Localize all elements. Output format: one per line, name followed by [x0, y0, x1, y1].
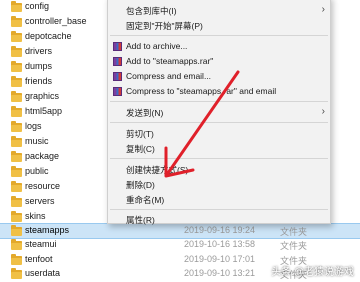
folder-icon — [11, 91, 22, 102]
context-menu: 包含到库中(I) › 固定到"开始"屏幕(P) Add to archive..… — [107, 0, 331, 227]
folder-name: servers — [25, 196, 55, 206]
folder-name: tenfoot — [25, 254, 53, 264]
menu-separator — [110, 122, 328, 123]
menu-item-label: Compress to "steamapps.rar" and email — [126, 86, 277, 96]
modified-date: 2019-10-16 13:58 — [184, 239, 256, 249]
folder-icon — [11, 239, 22, 250]
folder-name: package — [25, 151, 60, 161]
folder-name: public — [25, 166, 49, 176]
menu-item-send-to[interactable]: 发送到(N) › — [108, 105, 330, 120]
folder-name: music — [25, 136, 49, 146]
menu-item-label: 剪切(T) — [126, 129, 154, 139]
winrar-icon — [113, 42, 122, 51]
menu-item-compress-to-rar-and-email[interactable]: Compress to "steamapps.rar" and email — [108, 84, 330, 99]
winrar-icon — [113, 87, 122, 96]
menu-item-cut[interactable]: 剪切(T) — [108, 126, 330, 141]
menu-separator — [110, 35, 328, 36]
folder-icon — [11, 151, 22, 162]
menu-item-copy[interactable]: 复制(C) — [108, 141, 330, 156]
folder-icon — [11, 254, 22, 265]
winrar-icon — [113, 72, 122, 81]
folder-icon — [11, 31, 22, 42]
modified-date: 2019-09-10 13:21 — [184, 268, 256, 278]
folder-name: graphics — [25, 91, 60, 101]
folder-name: depotcache — [25, 31, 72, 41]
watermark: 头条 @老猿说游戏 — [271, 263, 354, 278]
folder-icon — [11, 61, 22, 72]
menu-item-pin-to-start[interactable]: 固定到"开始"屏幕(P) — [108, 18, 330, 33]
folder-icon — [11, 211, 22, 222]
folder-icon — [11, 16, 22, 27]
folder-icon — [11, 121, 22, 132]
folder-icon — [11, 46, 22, 57]
folder-icon — [11, 136, 22, 147]
menu-item-label: Add to "steamapps.rar" — [126, 56, 214, 66]
folder-name: skins — [25, 211, 46, 221]
menu-item-delete[interactable]: 删除(D) — [108, 177, 330, 192]
menu-item-label: 创建快捷方式(S) — [126, 165, 189, 175]
folder-icon — [11, 166, 22, 177]
folder-name: steamui — [25, 239, 57, 249]
menu-item-compress-and-email[interactable]: Compress and email... — [108, 69, 330, 84]
menu-separator — [110, 101, 328, 102]
file-type: 文件夹 — [280, 241, 308, 251]
menu-item-label: Compress and email... — [126, 71, 212, 81]
folder-name: dumps — [25, 61, 53, 71]
folder-icon — [11, 196, 22, 207]
folder-name: userdata — [25, 268, 61, 278]
folder-name: config — [25, 1, 50, 11]
menu-item-label: 包含到库中(I) — [126, 6, 177, 16]
file-explorer: config controller_base depotcache driver… — [0, 0, 360, 280]
folder-icon — [11, 268, 22, 279]
menu-separator — [110, 158, 328, 159]
menu-item-properties[interactable]: 属性(R) — [108, 212, 330, 227]
menu-item-add-to-rar[interactable]: Add to "steamapps.rar" — [108, 54, 330, 69]
folder-name: resource — [25, 181, 61, 191]
folder-icon — [11, 76, 22, 87]
modified-date: 2019-09-10 17:01 — [184, 254, 256, 264]
folder-name: logs — [25, 121, 42, 131]
chevron-right-icon: › — [321, 4, 325, 15]
folder-icon — [11, 1, 22, 12]
menu-item-include-in-library[interactable]: 包含到库中(I) › — [108, 3, 330, 18]
menu-item-label: Add to archive... — [126, 41, 188, 51]
menu-separator — [110, 209, 328, 210]
folder-row[interactable]: steamui 2019-10-16 13:58 文件夹 — [0, 238, 360, 253]
menu-item-rename[interactable]: 重命名(M) — [108, 192, 330, 207]
folder-name: steamapps — [25, 225, 70, 235]
menu-item-label: 发送到(N) — [126, 108, 164, 118]
chevron-right-icon: › — [321, 106, 325, 117]
menu-item-label: 重命名(M) — [126, 195, 165, 205]
folder-name: controller_base — [25, 16, 87, 26]
winrar-icon — [113, 57, 122, 66]
folder-name: friends — [25, 76, 53, 86]
folder-name: html5app — [25, 106, 63, 116]
menu-item-add-to-archive[interactable]: Add to archive... — [108, 39, 330, 54]
menu-item-label: 属性(R) — [126, 215, 155, 225]
menu-item-label: 复制(C) — [126, 144, 155, 154]
menu-item-label: 删除(D) — [126, 180, 155, 190]
folder-icon — [11, 106, 22, 117]
folder-icon — [11, 181, 22, 192]
folder-icon — [11, 225, 22, 236]
watermark-text: 头条 @老猿说游戏 — [271, 267, 354, 278]
menu-item-label: 固定到"开始"屏幕(P) — [126, 21, 203, 31]
menu-item-create-shortcut[interactable]: 创建快捷方式(S) — [108, 162, 330, 177]
folder-name: drivers — [25, 46, 53, 56]
